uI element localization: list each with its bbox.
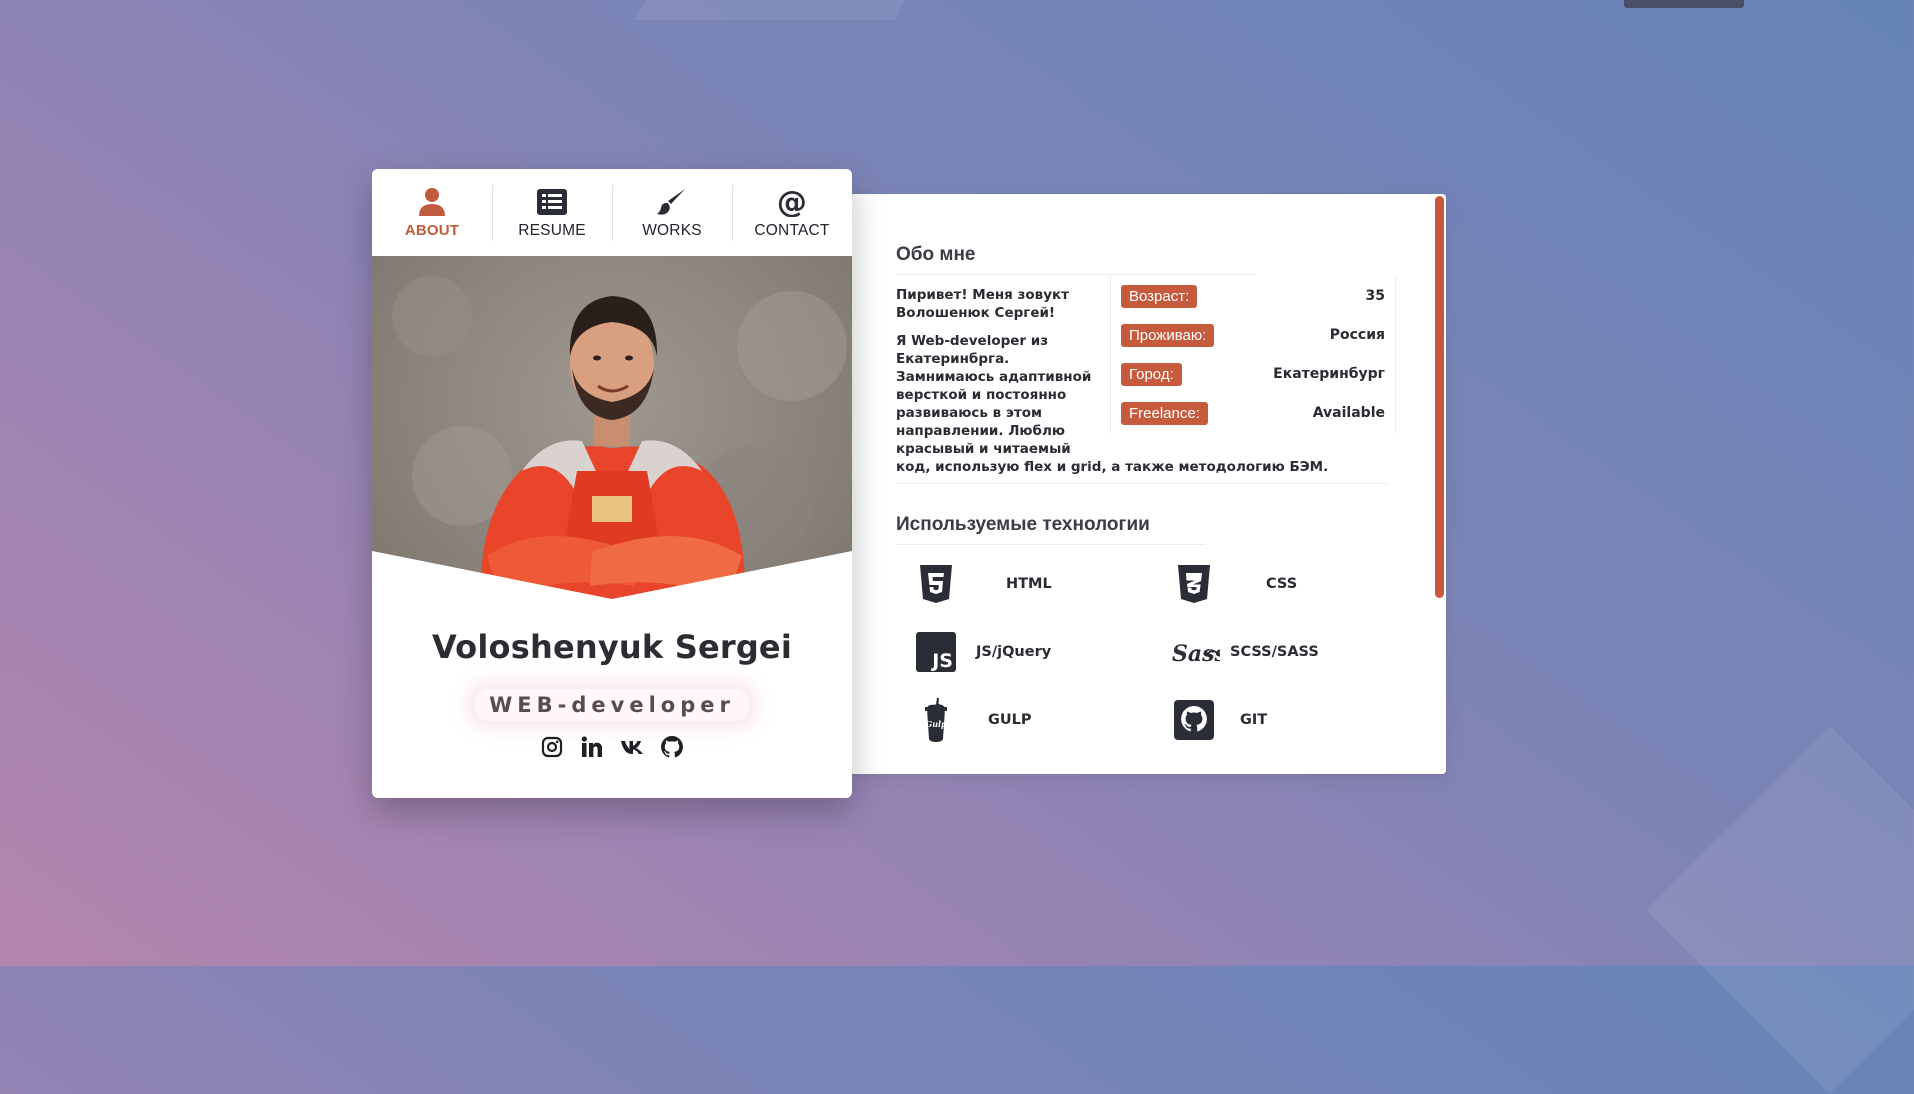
about-line-4: версткой и постоянно: [896, 387, 1067, 403]
tech-html: HTML: [914, 562, 1052, 606]
about-line-5: развиваюсь в этом: [896, 405, 1043, 421]
tech-js: JS JS/jQuery: [914, 630, 1051, 674]
about-paragraph: Я Web-developer из Екатеринбрга. Замнима…: [896, 332, 1328, 476]
background-shard-top: [634, 0, 906, 20]
svg-text:Gulp: Gulp: [925, 719, 947, 729]
tech-css-label: CSS: [1266, 576, 1298, 592]
content-panel: Обо мне Пиривет! Меня зовукт Волошенюк С…: [852, 194, 1446, 774]
tech-title-underline: [896, 544, 1206, 545]
about-line-3: Замнимаюсь адаптивной: [896, 369, 1092, 385]
person-illustration: [372, 276, 852, 624]
user-icon: [418, 186, 446, 218]
nav-works-label: WORKS: [642, 221, 702, 239]
info-key-freelance: Freelance:: [1121, 401, 1208, 425]
tech-git-label: GIT: [1240, 712, 1268, 728]
at-icon: @: [777, 186, 807, 218]
profile-role: WEB-developer: [475, 689, 749, 721]
gulp-icon: Gulp: [914, 698, 958, 742]
tech-sass-label: SCSS/SASS: [1230, 644, 1319, 660]
social-links: [372, 735, 852, 759]
svg-text:JS: JS: [930, 650, 953, 672]
nav-resume[interactable]: RESUME: [492, 169, 612, 256]
css3-icon: [1172, 562, 1216, 606]
about-line-1: Я Web-developer из: [896, 333, 1049, 349]
about-line-6: направлении. Люблю: [896, 423, 1065, 439]
tech-gulp-label: GULP: [988, 712, 1032, 728]
sass-icon: Sass: [1170, 630, 1220, 674]
nav-contact[interactable]: @ CONTACT: [732, 169, 852, 256]
vk-icon[interactable]: [620, 735, 644, 759]
info-row-freelance: Freelance: Available: [1121, 399, 1385, 427]
linkedin-icon[interactable]: [580, 735, 604, 759]
top-decoration: [1624, 0, 1744, 8]
info-row-country: Проживаю: Россия: [1121, 321, 1385, 349]
info-key-city: Город:: [1121, 362, 1182, 386]
info-value-city: Екатеринбург: [1273, 366, 1385, 382]
about-line-8: код, использую flex и grid, а также мето…: [896, 459, 1329, 475]
about-line-2: Екатеринбрга.: [896, 351, 1010, 367]
nav-about-label: ABOUT: [404, 222, 460, 239]
tech-css: CSS: [1172, 562, 1297, 606]
info-row-age: Возраст: 35: [1121, 282, 1385, 310]
nav-about[interactable]: ABOUT: [372, 169, 492, 256]
tech-js-label: JS/jQuery: [976, 644, 1052, 660]
info-key-country: Проживаю:: [1121, 323, 1215, 347]
about-title-underline: [896, 274, 1256, 275]
profile-role-wrap: WEB-developer: [372, 689, 852, 721]
instagram-icon[interactable]: [540, 735, 564, 759]
info-value-age: 35: [1365, 288, 1385, 304]
info-key-age: Возраст:: [1121, 284, 1198, 308]
brush-icon: [657, 186, 687, 218]
profile-card: ABOUT RESUME WORKS @ CONTACT Voloshenyuk…: [372, 169, 852, 798]
tech-sass: Sass SCSS/SASS: [1170, 630, 1319, 674]
nav-resume-label: RESUME: [518, 221, 586, 239]
about-greeting: Пиривет! Меня зовукт Волошенюк Сергей!: [896, 287, 1069, 321]
profile-photo: [372, 256, 852, 624]
profile-name: Voloshenyuk Sergei: [431, 628, 793, 666]
scrollbar-thumb[interactable]: [1435, 196, 1444, 598]
about-line-7: красывый и читаемый: [896, 441, 1071, 457]
github-icon: [1172, 698, 1216, 742]
svg-text:@: @: [777, 187, 807, 217]
about-title: Обо мне: [896, 244, 976, 265]
js-icon: JS: [914, 630, 958, 674]
html5-icon: [914, 562, 958, 606]
main-nav: ABOUT RESUME WORKS @ CONTACT: [372, 169, 852, 256]
info-value-country: Россия: [1329, 327, 1385, 343]
tech-html-label: HTML: [1006, 576, 1052, 592]
nav-contact-label: CONTACT: [754, 221, 830, 239]
info-row-city: Город: Екатеринбург: [1121, 360, 1385, 388]
about-divider: [896, 483, 1388, 484]
tech-title: Используемые технологии: [896, 514, 1150, 535]
tech-git: GIT: [1172, 698, 1267, 742]
background-shard-bottom: [1646, 726, 1914, 1094]
info-value-freelance: Available: [1312, 405, 1385, 421]
info-table: Возраст: 35 Проживаю: Россия Город: Екат…: [1110, 276, 1396, 434]
github-icon[interactable]: [660, 735, 684, 759]
list-icon: [537, 186, 567, 218]
tech-gulp: Gulp GULP: [914, 698, 1032, 742]
nav-works[interactable]: WORKS: [612, 169, 732, 256]
svg-text:Sass: Sass: [1172, 641, 1220, 667]
